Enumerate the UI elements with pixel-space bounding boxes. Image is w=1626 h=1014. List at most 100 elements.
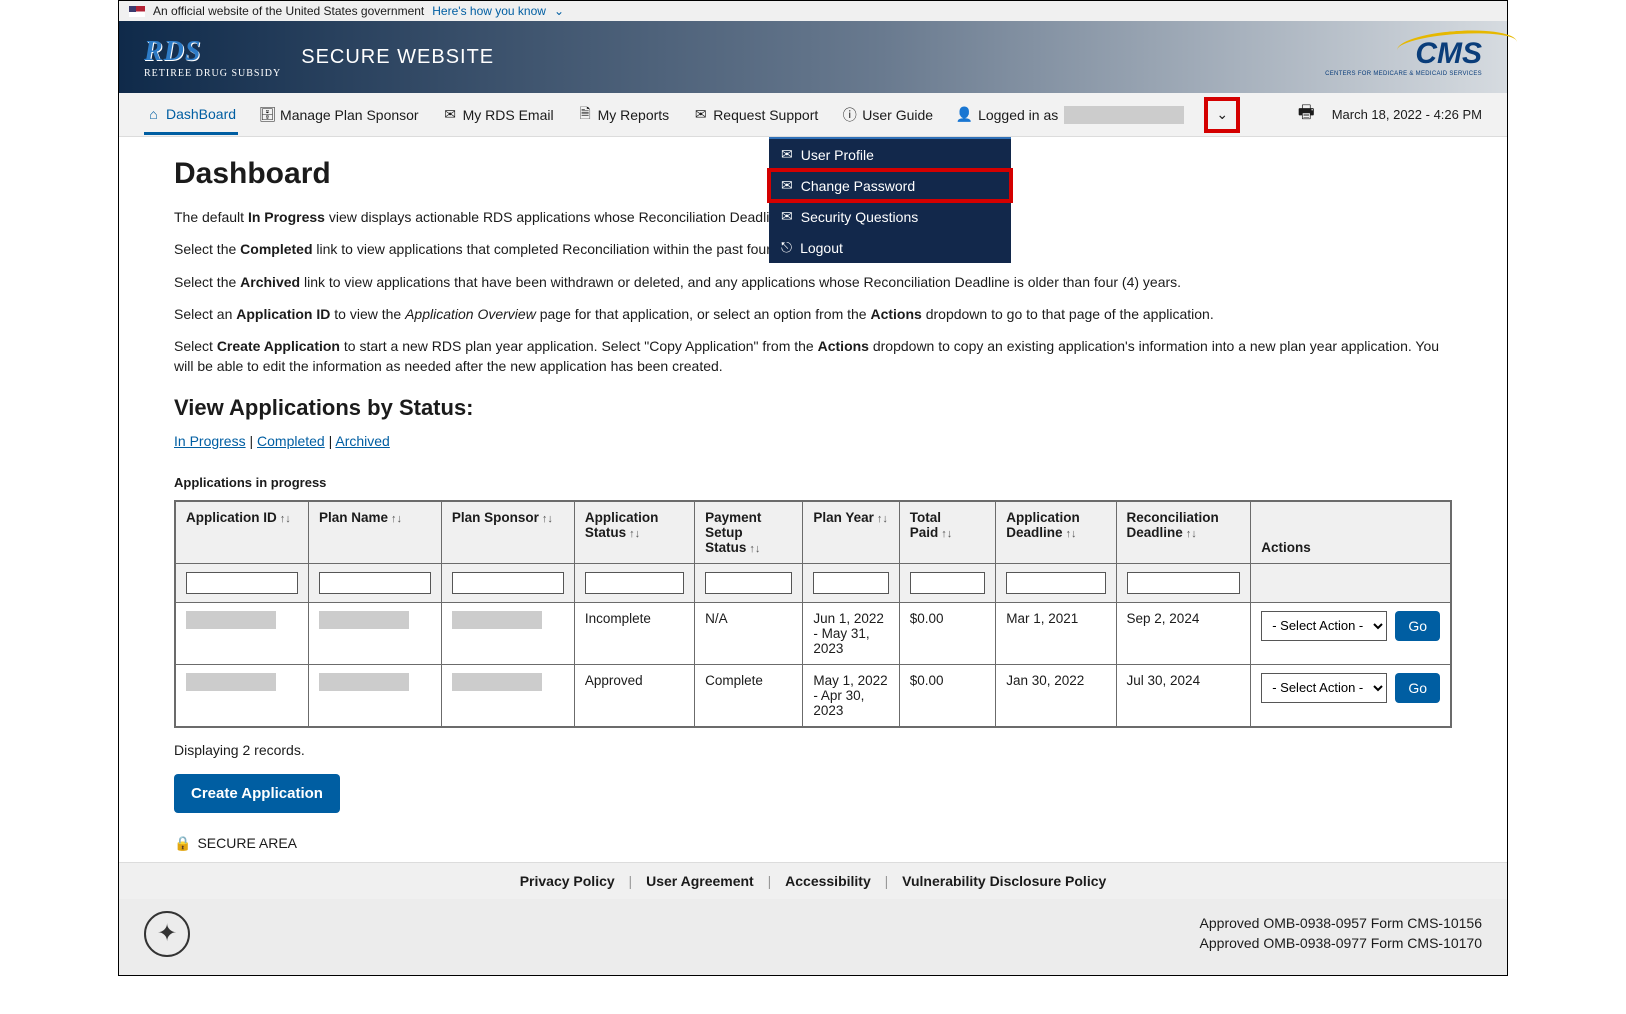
- menu-change-password[interactable]: ✉ Change Password: [769, 170, 1011, 201]
- filter-plan-year[interactable]: [813, 572, 888, 594]
- nav-email-label: My RDS Email: [463, 107, 554, 123]
- status-heading: View Applications by Status:: [174, 395, 1452, 421]
- nav-manage-label: Manage Plan Sponsor: [280, 107, 419, 123]
- site-header: RDS RETIREE DRUG SUBSIDY SECURE WEBSITE …: [119, 21, 1507, 93]
- link-archived[interactable]: Archived: [335, 433, 389, 449]
- mail-icon: ✉: [781, 208, 793, 225]
- footer-vdp[interactable]: Vulnerability Disclosure Policy: [902, 873, 1106, 889]
- us-flag-icon: [129, 6, 145, 17]
- nav-my-rds-email[interactable]: ✉ My RDS Email: [441, 97, 556, 133]
- rds-logo-text: RDS: [144, 36, 281, 68]
- footer-links: Privacy Policy | User Agreement | Access…: [119, 862, 1507, 899]
- info-icon: ⓘ: [842, 107, 857, 122]
- link-completed[interactable]: Completed: [257, 433, 325, 449]
- cell-pay-status: N/A: [695, 602, 803, 664]
- menu-user-profile[interactable]: ✉ User Profile: [769, 139, 1011, 170]
- sort-icon: ↑↓: [391, 513, 402, 525]
- sort-icon: ↑↓: [1066, 528, 1077, 540]
- mail-icon: ✉: [781, 177, 793, 194]
- intro-para-4: Select an Application ID to view the App…: [174, 304, 1452, 324]
- rds-logo-subtext: RETIREE DRUG SUBSIDY: [144, 68, 281, 79]
- filter-plan-name[interactable]: [319, 572, 431, 594]
- omb-line-1: Approved OMB-0938-0957 Form CMS-10156: [1200, 914, 1482, 934]
- filter-application-status[interactable]: [585, 572, 684, 594]
- menu-security-questions-label: Security Questions: [801, 209, 919, 225]
- col-plan-name[interactable]: Plan Name↑↓: [308, 501, 441, 564]
- cell-redacted: [452, 611, 542, 629]
- cell-plan-year: Jun 1, 2022 - May 31, 2023: [803, 602, 899, 664]
- chevron-down-icon: ⌄: [1216, 106, 1228, 123]
- cell-app-status: Approved: [574, 664, 694, 727]
- menu-logout[interactable]: ⎋ Logout: [769, 232, 1011, 263]
- cell-redacted: [319, 673, 409, 691]
- filter-payment-status[interactable]: [705, 572, 792, 594]
- cell-pay-status: Complete: [695, 664, 803, 727]
- filter-reconciliation-deadline[interactable]: [1127, 572, 1241, 594]
- col-plan-year[interactable]: Plan Year↑↓: [803, 501, 899, 564]
- rds-logo: RDS RETIREE DRUG SUBSIDY: [144, 36, 281, 79]
- filter-plan-sponsor[interactable]: [452, 572, 564, 594]
- cell-recon-deadline: Jul 30, 2024: [1116, 664, 1251, 727]
- table-caption: Applications in progress: [174, 475, 1452, 490]
- cms-logo: CMS CENTERS FOR MEDICARE & MEDICAID SERV…: [1325, 37, 1482, 77]
- nav-my-reports[interactable]: 🗎 My Reports: [576, 97, 672, 133]
- link-in-progress[interactable]: In Progress: [174, 433, 246, 449]
- action-select[interactable]: - Select Action -: [1261, 673, 1387, 703]
- nav-request-support[interactable]: ✉ Request Support: [691, 97, 820, 133]
- site-title: SECURE WEBSITE: [301, 46, 494, 69]
- user-dropdown-menu: ✉ User Profile ✉ Change Password ✉ Secur…: [769, 137, 1011, 263]
- table-row: Approved Complete May 1, 2022 - Apr 30, …: [175, 664, 1451, 727]
- nav-dashboard[interactable]: ⌂ DashBoard: [144, 96, 238, 135]
- col-application-status[interactable]: Application Status↑↓: [574, 501, 694, 564]
- filter-total-paid[interactable]: [910, 572, 985, 594]
- hhs-seal-icon: ✦: [144, 911, 190, 957]
- cell-total-paid: $0.00: [899, 602, 995, 664]
- omb-line-2: Approved OMB-0938-0977 Form CMS-10170: [1200, 934, 1482, 954]
- nav-user-guide[interactable]: ⓘ User Guide: [840, 97, 935, 133]
- cell-redacted: [452, 673, 542, 691]
- go-button[interactable]: Go: [1395, 611, 1440, 641]
- applications-table: Application ID↑↓ Plan Name↑↓ Plan Sponso…: [174, 500, 1452, 728]
- logout-icon: ⎋: [781, 239, 792, 256]
- document-icon: 🗎: [578, 107, 593, 122]
- gov-banner-link[interactable]: Here's how you know: [432, 4, 546, 18]
- cell-plan-year: May 1, 2022 - Apr 30, 2023: [803, 664, 899, 727]
- menu-logout-label: Logout: [800, 240, 843, 256]
- print-icon[interactable]: 🖶: [1299, 107, 1314, 122]
- user-menu-toggle[interactable]: ⌄: [1204, 97, 1240, 133]
- filter-application-deadline[interactable]: [1006, 572, 1105, 594]
- col-application-deadline[interactable]: Application Deadline↑↓: [996, 501, 1116, 564]
- col-reconciliation-deadline[interactable]: Reconciliation Deadline↑↓: [1116, 501, 1251, 564]
- col-total-paid[interactable]: Total Paid↑↓: [899, 501, 995, 564]
- go-button[interactable]: Go: [1395, 673, 1440, 703]
- cell-app-status: Incomplete: [574, 602, 694, 664]
- nav-reports-label: My Reports: [598, 107, 670, 123]
- cell-recon-deadline: Sep 2, 2024: [1116, 602, 1251, 664]
- gov-banner: An official website of the United States…: [119, 1, 1507, 21]
- action-select[interactable]: - Select Action -: [1261, 611, 1387, 641]
- gov-banner-text: An official website of the United States…: [153, 4, 424, 18]
- nav-manage-plan-sponsor[interactable]: 🗄 Manage Plan Sponsor: [258, 97, 421, 133]
- nav-bar: ⌂ DashBoard 🗄 Manage Plan Sponsor ✉ My R…: [119, 93, 1507, 137]
- cms-logo-subtext: CENTERS FOR MEDICARE & MEDICAID SERVICES: [1325, 71, 1482, 77]
- filter-application-id[interactable]: [186, 572, 298, 594]
- mail-icon: ✉: [443, 107, 458, 122]
- table-row: Incomplete N/A Jun 1, 2022 - May 31, 202…: [175, 602, 1451, 664]
- col-plan-sponsor[interactable]: Plan Sponsor↑↓: [441, 501, 574, 564]
- intro-para-3: Select the Archived link to view applica…: [174, 272, 1452, 292]
- sort-icon: ↑↓: [749, 543, 760, 555]
- lock-icon: 🔒: [174, 835, 191, 852]
- nav-guide-label: User Guide: [862, 107, 933, 123]
- footer-user-agreement[interactable]: User Agreement: [646, 873, 754, 889]
- footer-bottom: ✦ Approved OMB-0938-0957 Form CMS-10156 …: [119, 899, 1507, 975]
- menu-security-questions[interactable]: ✉ Security Questions: [769, 201, 1011, 232]
- footer-accessibility[interactable]: Accessibility: [785, 873, 871, 889]
- col-payment-status[interactable]: Payment Setup Status↑↓: [695, 501, 803, 564]
- create-application-button[interactable]: Create Application: [174, 774, 340, 813]
- footer-privacy[interactable]: Privacy Policy: [520, 873, 615, 889]
- menu-user-profile-label: User Profile: [801, 147, 874, 163]
- col-application-id[interactable]: Application ID↑↓: [175, 501, 308, 564]
- col-actions: Actions: [1251, 501, 1451, 564]
- mail-icon: ✉: [693, 107, 708, 122]
- nav-logged-in-as[interactable]: 👤 Logged in as: [955, 96, 1186, 134]
